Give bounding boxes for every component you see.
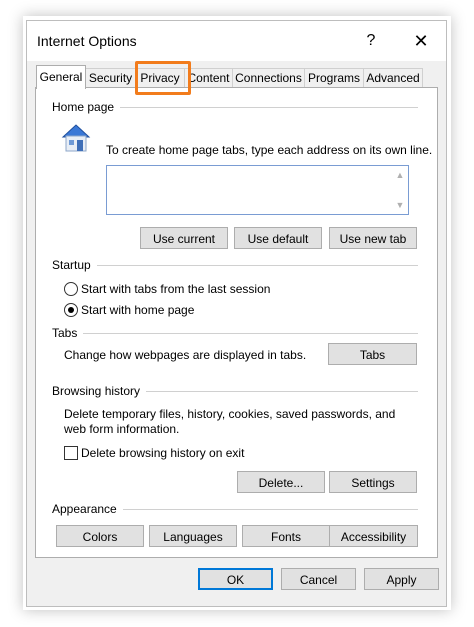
title-bar[interactable]: Internet Options ? ✕ [27,21,446,61]
general-tab-panel: Home page To create home page tabs, type… [35,87,438,558]
delete-history-button[interactable]: Delete... [237,471,325,493]
homepage-scrollbar[interactable]: ▲ ▼ [391,166,408,214]
close-button[interactable]: ✕ [407,27,435,55]
radio-last-session[interactable] [64,282,78,296]
tabs-group-label: Tabs [52,326,84,340]
help-button[interactable]: ? [357,27,385,55]
radio-selected-dot [68,307,74,313]
startup-divider [52,265,418,266]
cancel-button[interactable]: Cancel [281,568,356,590]
use-current-button[interactable]: Use current [140,227,228,249]
delete-on-exit-checkbox[interactable] [64,446,78,460]
scroll-down-icon[interactable]: ▼ [395,200,405,210]
colors-button[interactable]: Colors [56,525,144,547]
tab-general[interactable]: General [36,65,86,89]
homepage-address-input[interactable]: ▲ ▼ [106,165,409,215]
history-description-line1: Delete temporary files, history, cookies… [64,407,396,421]
tabs-description: Change how webpages are displayed in tab… [64,348,307,362]
dialog-title: Internet Options [37,33,137,49]
radio-last-session-label[interactable]: Start with tabs from the last session [81,282,270,296]
tab-content[interactable]: Content [184,68,233,88]
fonts-button[interactable]: Fonts [242,525,330,547]
tab-advanced[interactable]: Advanced [363,68,423,88]
tab-programs[interactable]: Programs [304,68,364,88]
use-default-button[interactable]: Use default [234,227,322,249]
apply-button[interactable]: Apply [364,568,439,590]
homepage-group-label: Home page [52,100,121,114]
startup-group-label: Startup [52,258,97,272]
tab-connections[interactable]: Connections [232,68,305,88]
radio-home-page-label[interactable]: Start with home page [81,303,194,317]
homepage-instruction: To create home page tabs, type each addr… [106,143,433,157]
delete-on-exit-label[interactable]: Delete browsing history on exit [81,446,244,460]
history-settings-button[interactable]: Settings [329,471,417,493]
tab-privacy[interactable]: Privacy [135,68,185,88]
use-new-tab-button[interactable]: Use new tab [329,227,417,249]
tabs-divider [52,333,418,334]
tab-security[interactable]: Security [85,68,136,88]
radio-home-page[interactable] [64,303,78,317]
tabs-settings-button[interactable]: Tabs [328,343,417,365]
internet-options-dialog: Internet Options ? ✕ General Security Pr… [26,20,447,607]
history-group-label: Browsing history [52,384,147,398]
appearance-group-label: Appearance [52,502,123,516]
history-description-line2: web form information. [64,422,180,436]
scroll-up-icon[interactable]: ▲ [395,170,405,180]
accessibility-button[interactable]: Accessibility [329,525,418,547]
home-page-icon [61,124,91,152]
ok-button[interactable]: OK [198,568,273,590]
languages-button[interactable]: Languages [149,525,237,547]
